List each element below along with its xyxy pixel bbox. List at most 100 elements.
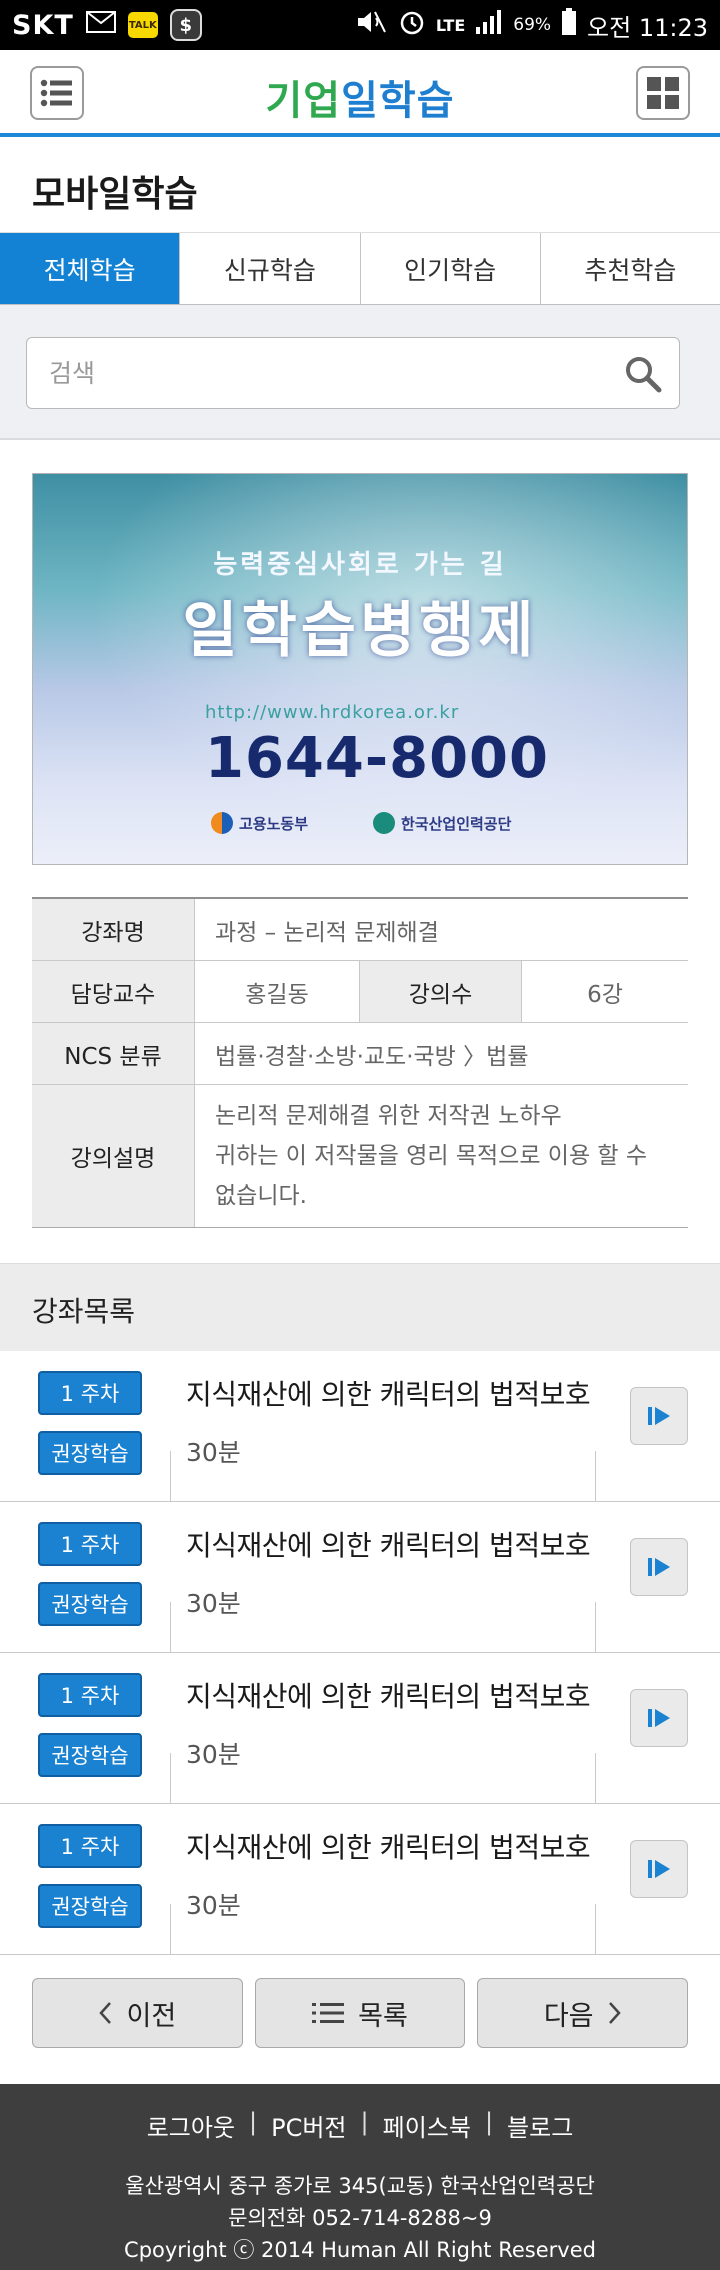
info-row-name: 강좌명 과정 – 논리적 문제해결	[32, 899, 688, 961]
banner-headline: 일학습병행제	[182, 596, 538, 666]
footer-separator: |	[484, 2108, 494, 2136]
info-row-professor: 담당교수 홍길동 강의수 6강	[32, 961, 688, 1023]
ncs-value: 법률·경찰·소방·교도·국방 〉법률	[215, 1043, 529, 1070]
app-header: 기업일학습	[0, 50, 720, 137]
hrdkorea-logo-icon	[373, 812, 395, 834]
footer-link-pc-version[interactable]: PC버전	[271, 2108, 346, 2143]
play-icon	[648, 1860, 670, 1878]
professor-value: 홍길동	[195, 961, 360, 1022]
lecture-item[interactable]: 1 주차 권장학습 지식재산에 의한 캐릭터의 법적보호 30분	[0, 1351, 720, 1502]
alarm-icon	[398, 8, 426, 42]
play-icon	[648, 1407, 670, 1425]
lecture-duration: 30분	[186, 1589, 241, 1618]
banner-phone: 1644-8000	[205, 726, 549, 791]
lecture-item[interactable]: 1 주차 권장학습 지식재산에 의한 캐릭터의 법적보호 30분	[0, 1653, 720, 1804]
footer: 로그아웃 | PC버전 | 페이스북 | 블로그 울산광역시 중구 종가로 34…	[0, 2084, 720, 2270]
ministry-logo-icon	[211, 812, 233, 834]
play-icon	[648, 1709, 670, 1727]
description-line: 귀하는 이 저작물을 영리 목적으로 이용 할 수	[215, 1143, 648, 1169]
next-label: 다음	[543, 2000, 594, 2032]
tab-popular[interactable]: 인기학습	[360, 233, 541, 304]
banner-org-ministry: 고용노동부	[211, 812, 308, 834]
ncs-label: NCS 분류	[32, 1023, 195, 1084]
footer-link-blog[interactable]: 블로그	[507, 2108, 573, 2143]
logo-text-blue: 일학습	[341, 78, 455, 124]
divider	[170, 1753, 171, 1803]
footer-phone: 문의전화 052-714-8288~9	[228, 2206, 492, 2230]
tab-new[interactable]: 신규학습	[180, 233, 361, 304]
battery-icon	[561, 8, 577, 42]
search-input[interactable]	[27, 338, 607, 408]
recommended-badge: 권장학습	[38, 1582, 142, 1626]
lecture-list-header: 강좌목록	[0, 1263, 720, 1351]
play-button[interactable]	[630, 1538, 688, 1596]
week-badge: 1 주차	[38, 1673, 142, 1717]
divider	[595, 1602, 596, 1652]
course-name-label: 강좌명	[32, 899, 195, 960]
lecture-item[interactable]: 1 주차 권장학습 지식재산에 의한 캐릭터의 법적보호 30분	[0, 1502, 720, 1653]
week-badge: 1 주차	[38, 1371, 142, 1415]
description-line: 논리적 문제해결 위한 저작권 노하우	[215, 1103, 562, 1129]
description-line: 없습니다.	[215, 1183, 307, 1209]
course-banner-image: 능력중심사회로 가는 길 일학습병행제 http://www.hrdkorea.…	[32, 473, 688, 865]
lecture-duration: 30분	[186, 1438, 241, 1467]
week-badge: 1 주차	[38, 1522, 142, 1566]
lecture-title[interactable]: 지식재산에 의한 캐릭터의 법적보호	[186, 1524, 591, 1564]
app-s-icon: $	[169, 9, 202, 41]
footer-link-logout[interactable]: 로그아웃	[147, 2108, 235, 2143]
search-box	[26, 337, 680, 409]
list-button[interactable]: 목록	[254, 1978, 466, 2048]
recommended-badge: 권장학습	[38, 1733, 142, 1777]
banner-org-hrdkorea: 한국산업인력공단	[373, 812, 511, 834]
footer-copyright: Cpoyright ⓒ 2014 Human All Right Reserve…	[124, 2238, 596, 2262]
lecture-duration: 30분	[186, 1891, 241, 1920]
divider	[170, 1904, 171, 1954]
lecture-list-title: 강좌목록	[32, 1295, 136, 1328]
tab-recommended[interactable]: 추천학습	[540, 233, 720, 304]
info-row-ncs: NCS 분류 법률·경찰·소방·교도·국방 〉법률	[32, 1023, 688, 1085]
course-info-table: 강좌명 과정 – 논리적 문제해결 담당교수 홍길동 강의수 6강 NCS 분류…	[32, 897, 688, 1228]
grid-icon	[647, 77, 679, 109]
status-bar: SKT TALK $ LTE 69% 오전 11:23	[0, 0, 720, 50]
recommended-badge: 권장학습	[38, 1884, 142, 1928]
chevron-right-icon	[608, 2002, 621, 2024]
footer-separator: |	[360, 2108, 369, 2136]
course-name-value: 과정 – 논리적 문제해결	[215, 919, 439, 946]
next-button[interactable]: 다음	[477, 1978, 689, 2048]
prev-button[interactable]: 이전	[32, 1978, 243, 2048]
lecture-item[interactable]: 1 주차 권장학습 지식재산에 의한 캐릭터의 법적보호 30분	[0, 1804, 720, 1955]
signal-icon	[475, 9, 503, 41]
lecture-title[interactable]: 지식재산에 의한 캐릭터의 법적보호	[186, 1675, 591, 1715]
professor-label: 담당교수	[32, 961, 195, 1022]
app-logo[interactable]: 기업일학습	[0, 68, 720, 126]
description-value: 논리적 문제해결 위한 저작권 노하우 귀하는 이 저작물을 영리 목적으로 이…	[195, 1085, 688, 1227]
play-button[interactable]	[630, 1840, 688, 1898]
network-label: LTE	[435, 15, 466, 35]
grid-button[interactable]	[636, 66, 690, 120]
carrier-label: SKT	[12, 9, 74, 41]
battery-percent: 69%	[513, 15, 552, 35]
tab-all[interactable]: 전체학습	[0, 233, 181, 304]
lecture-title[interactable]: 지식재산에 의한 캐릭터의 법적보호	[186, 1826, 591, 1866]
mail-icon	[85, 10, 116, 40]
chevron-left-icon	[99, 2002, 112, 2024]
list-icon	[312, 2003, 345, 2023]
play-button[interactable]	[630, 1689, 688, 1747]
list-label: 목록	[358, 2000, 408, 2032]
mute-icon	[354, 9, 388, 41]
divider	[595, 1451, 596, 1501]
banner-url: http://www.hrdkorea.or.kr	[205, 702, 460, 723]
play-button[interactable]	[630, 1387, 688, 1445]
lecture-list: 1 주차 권장학습 지식재산에 의한 캐릭터의 법적보호 30분 1 주차 권장…	[0, 1351, 720, 1955]
description-label: 강의설명	[32, 1085, 195, 1227]
page-title-bar: 모바일학습	[0, 141, 720, 233]
divider	[170, 1451, 171, 1501]
lecture-title[interactable]: 지식재산에 의한 캐릭터의 법적보호	[186, 1373, 591, 1413]
footer-address: 울산광역시 중구 종가로 345(교동) 한국산업인력공단	[125, 2174, 595, 2198]
divider	[170, 1602, 171, 1652]
search-icon[interactable]	[623, 354, 663, 394]
footer-link-facebook[interactable]: 페이스북	[383, 2108, 471, 2143]
divider	[595, 1753, 596, 1803]
prev-label: 이전	[126, 2000, 177, 2032]
recommended-badge: 권장학습	[38, 1431, 142, 1475]
